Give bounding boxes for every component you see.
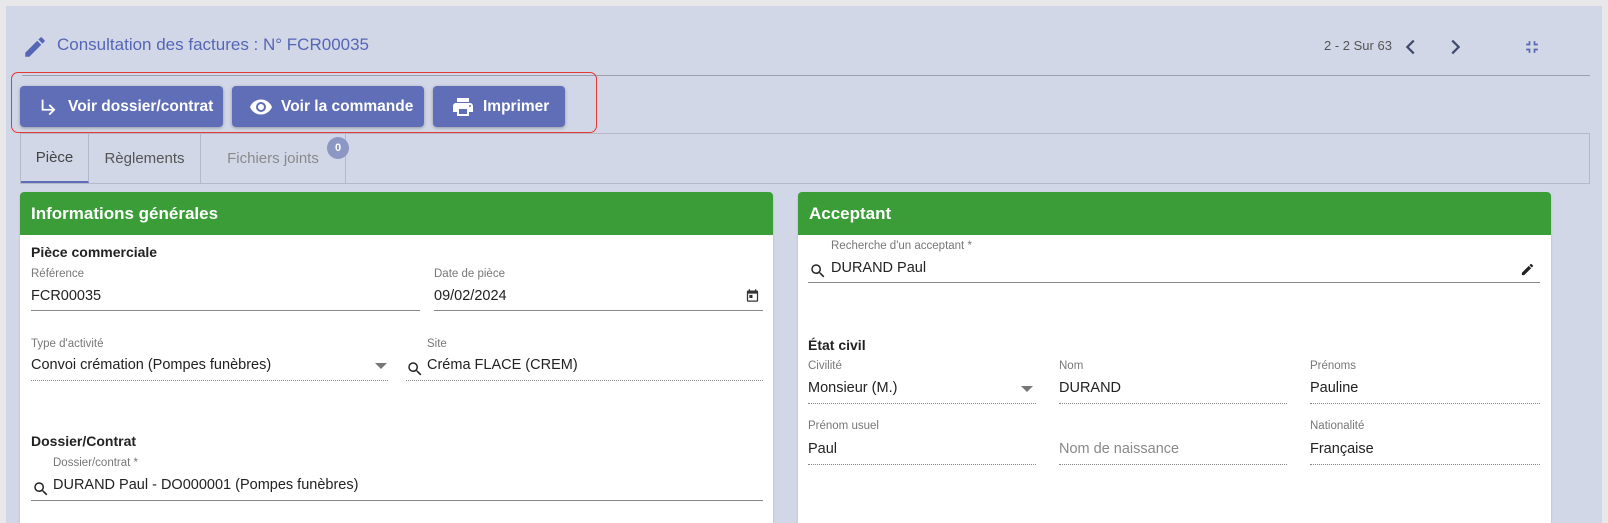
prenom-usuel-label: Prénom usuel bbox=[808, 420, 879, 432]
nationalite-label: Nationalité bbox=[1310, 420, 1365, 432]
nom-field[interactable]: DURAND bbox=[1059, 380, 1121, 396]
date-field[interactable]: 09/02/2024 bbox=[434, 288, 507, 304]
activity-label: Type d'activité bbox=[31, 338, 104, 350]
nationalite-field[interactable]: Française bbox=[1310, 441, 1374, 457]
dossier-underline bbox=[31, 500, 763, 501]
tab-piece[interactable]: Pièce bbox=[21, 134, 89, 183]
tab-fichiers-joints-label: Fichiers joints bbox=[227, 150, 319, 167]
acceptant-header: Acceptant bbox=[798, 192, 1551, 235]
edit-pencil-icon[interactable] bbox=[1520, 262, 1535, 277]
calendar-icon[interactable] bbox=[745, 288, 760, 303]
commercial-section-title: Pièce commerciale bbox=[31, 244, 158, 260]
search-icon bbox=[408, 362, 422, 376]
acceptant-search-label: Recherche d'un acceptant * bbox=[831, 240, 972, 252]
nom-label: Nom bbox=[1059, 360, 1084, 372]
page-title: Consultation des factures : N° FCR00035 bbox=[57, 35, 370, 54]
printer-icon bbox=[453, 97, 473, 116]
view-contract-label: Voir dossier/contrat bbox=[68, 97, 214, 115]
acceptant-search-field[interactable]: DURAND Paul bbox=[831, 260, 926, 276]
attachments-count-badge: 0 bbox=[327, 137, 349, 159]
prenoms-label: Prénoms bbox=[1310, 360, 1357, 372]
search-icon bbox=[811, 264, 825, 278]
print-button[interactable]: Imprimer bbox=[433, 86, 565, 127]
nom-naissance-field[interactable]: Nom de naissance bbox=[1059, 441, 1179, 457]
pager-count: 2 - 2 Sur 63 bbox=[1324, 38, 1392, 53]
reference-underline bbox=[31, 310, 420, 311]
tab-piece-label: Pièce bbox=[35, 149, 74, 166]
invoice-consultation-page: Consultation des factures : N° FCR00035 … bbox=[6, 6, 1602, 523]
general-info-title: Informations générales bbox=[31, 204, 219, 223]
collapse-button[interactable] bbox=[1517, 32, 1547, 62]
activity-underline bbox=[31, 380, 388, 381]
tab-reglements[interactable]: Règlements bbox=[89, 134, 201, 183]
view-order-button[interactable]: Voir la commande bbox=[232, 86, 424, 127]
prenom-usuel-field[interactable]: Paul bbox=[808, 441, 837, 457]
civilite-label: Civilité bbox=[808, 360, 842, 372]
prenom-usuel-underline bbox=[808, 464, 1036, 465]
civilite-select[interactable]: Monsieur (M.) bbox=[808, 380, 897, 396]
view-order-label: Voir la commande bbox=[281, 97, 414, 115]
activity-select[interactable]: Convoi crémation (Pompes funèbres) bbox=[31, 357, 271, 373]
tab-reglements-label: Règlements bbox=[104, 150, 185, 167]
site-underline bbox=[406, 380, 763, 381]
acceptant-card: Acceptant Recherche d'un acceptant * DUR… bbox=[798, 192, 1551, 523]
civilite-underline bbox=[808, 403, 1036, 404]
site-label: Site bbox=[427, 338, 447, 350]
search-icon bbox=[34, 482, 48, 496]
general-info-header: Informations générales bbox=[20, 192, 773, 235]
print-label: Imprimer bbox=[483, 97, 550, 115]
acceptant-title: Acceptant bbox=[809, 204, 892, 223]
acceptant-search-underline bbox=[808, 282, 1540, 283]
dossier-label: Dossier/contrat * bbox=[53, 457, 139, 469]
dropdown-arrow-icon[interactable] bbox=[1021, 385, 1033, 393]
date-label: Date de pièce bbox=[434, 268, 505, 280]
prenoms-underline bbox=[1310, 403, 1540, 404]
dossier-field[interactable]: DURAND Paul - DO000001 (Pompes funèbres) bbox=[53, 477, 358, 493]
edit-pencil-icon bbox=[25, 37, 45, 57]
nationalite-underline bbox=[1310, 464, 1540, 465]
eye-icon bbox=[250, 99, 272, 114]
general-info-card: Informations générales Pièce commerciale… bbox=[20, 192, 773, 523]
civil-section-title: État civil bbox=[808, 337, 866, 353]
view-contract-button[interactable]: Voir dossier/contrat bbox=[20, 86, 223, 127]
dropdown-arrow-icon[interactable] bbox=[375, 362, 387, 370]
tab-bar: Pièce Règlements Fichiers joints 0 bbox=[20, 133, 1590, 184]
prenoms-field[interactable]: Pauline bbox=[1310, 380, 1358, 396]
nom-naissance-underline bbox=[1059, 464, 1287, 465]
date-underline bbox=[434, 310, 763, 311]
reference-label: Référence bbox=[31, 268, 85, 280]
nom-underline bbox=[1059, 403, 1287, 404]
site-field[interactable]: Créma FLACE (CREM) bbox=[427, 357, 578, 373]
chevron-right-icon bbox=[1451, 39, 1461, 55]
chevron-left-icon bbox=[1405, 39, 1415, 55]
collapse-icon bbox=[1526, 41, 1538, 53]
next-record-button[interactable] bbox=[1440, 32, 1470, 62]
subdirectory-arrow-icon bbox=[41, 99, 56, 115]
reference-field[interactable]: FCR00035 bbox=[31, 288, 101, 304]
tab-fichiers-joints[interactable]: Fichiers joints bbox=[201, 134, 346, 183]
previous-record-button[interactable] bbox=[1396, 32, 1426, 62]
dossier-section-title: Dossier/Contrat bbox=[31, 433, 137, 449]
